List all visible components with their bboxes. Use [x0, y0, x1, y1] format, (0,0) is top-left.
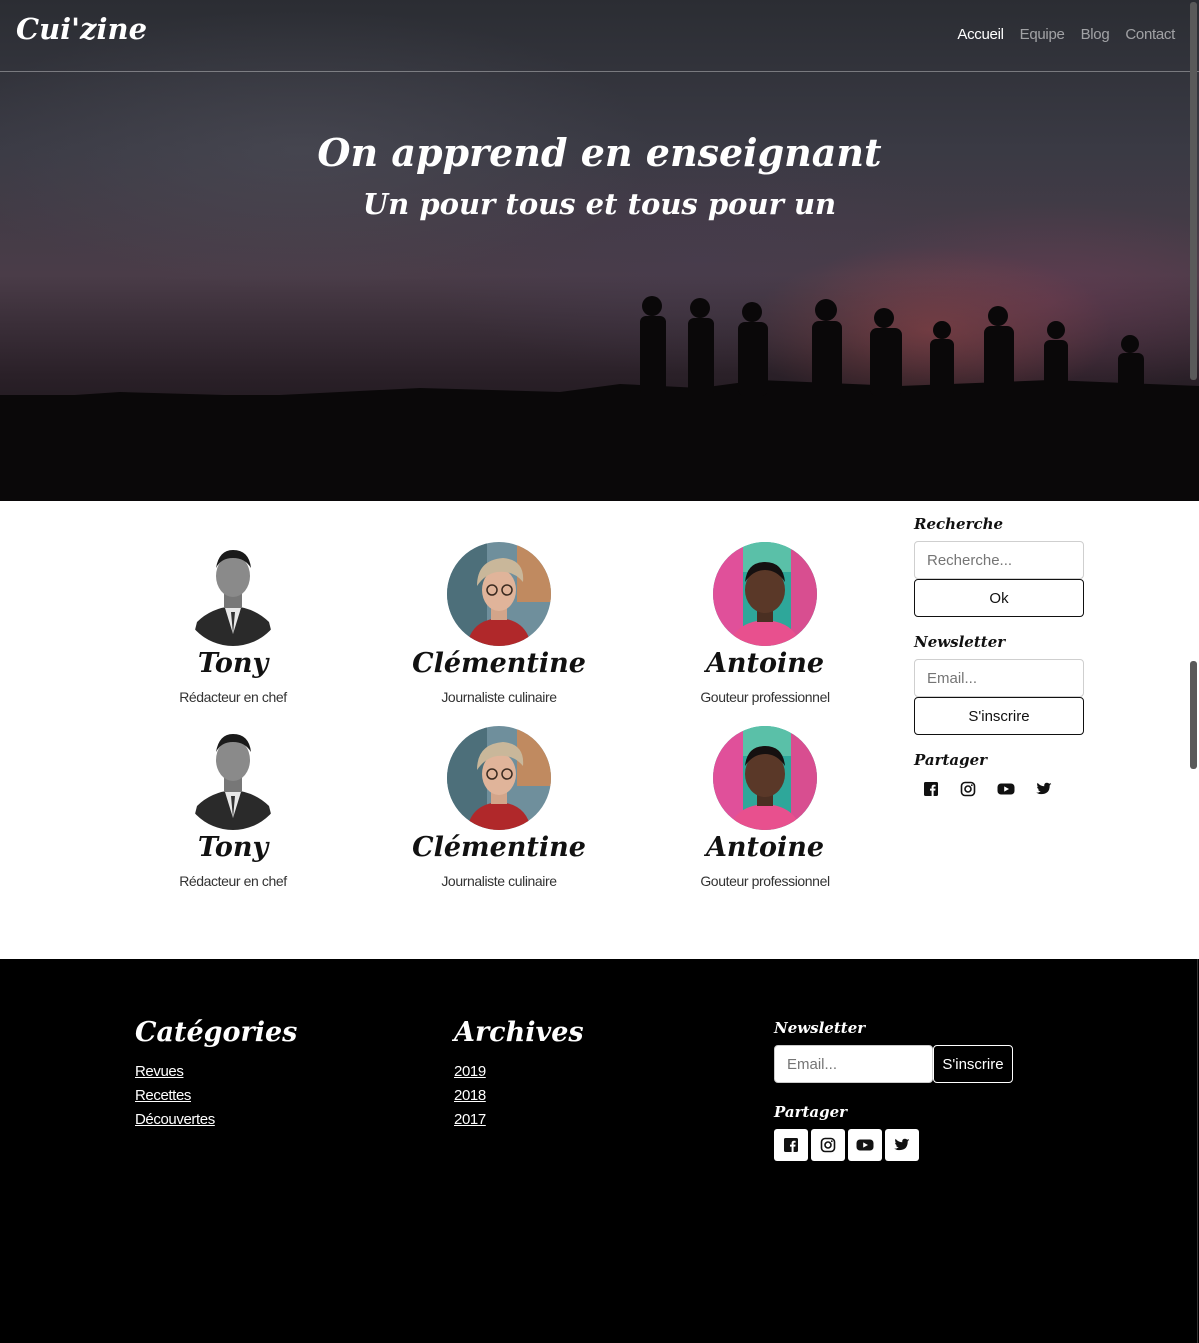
category-link[interactable]: Découvertes: [135, 1108, 297, 1132]
facebook-icon[interactable]: [774, 1129, 808, 1161]
youtube-icon[interactable]: [997, 781, 1015, 797]
brand-logo[interactable]: Cui'zine: [16, 12, 147, 46]
nav-link-contact[interactable]: Contact: [1125, 26, 1175, 43]
search-button[interactable]: Ok: [914, 579, 1084, 617]
member-role: Journaliste culinaire: [441, 689, 557, 705]
avatar-antoine: [713, 542, 817, 646]
facebook-icon[interactable]: [923, 781, 939, 797]
team-card: Tony Rédacteur en chef: [100, 542, 366, 705]
footer-share-heading: Partager: [774, 1103, 848, 1121]
hero-title: On apprend en enseignant: [317, 130, 882, 175]
member-role: Journaliste culinaire: [441, 873, 557, 889]
member-name: Antoine: [705, 648, 825, 679]
footer: Catégories Revues Recettes Découvertes A…: [0, 959, 1199, 1343]
share-icons: [914, 781, 1084, 797]
footer-share-icons: [774, 1129, 1034, 1161]
avatar-clementine: [447, 542, 551, 646]
member-role: Rédacteur en chef: [179, 873, 287, 889]
newsletter-email-input[interactable]: [914, 659, 1084, 697]
member-role: Gouteur professionnel: [700, 873, 830, 889]
member-name: Antoine: [705, 832, 825, 863]
nav-links: Accueil Equipe Blog Contact: [957, 26, 1175, 43]
categories-title: Catégories: [135, 1017, 298, 1048]
category-link[interactable]: Recettes: [135, 1084, 297, 1108]
avatar-antoine: [713, 726, 817, 830]
team-card: Tony Rédacteur en chef: [100, 726, 366, 889]
nav-link-accueil[interactable]: Accueil: [957, 26, 1004, 43]
search-input[interactable]: [914, 541, 1084, 579]
footer-categories: Catégories Revues Recettes Découvertes: [135, 1017, 297, 1132]
instagram-icon[interactable]: [811, 1129, 845, 1161]
footer-newsletter-heading: Newsletter: [774, 1019, 866, 1037]
newsletter-heading: Newsletter: [914, 633, 1006, 651]
footer-newsletter-form: S'inscrire: [774, 1045, 1034, 1083]
instagram-icon[interactable]: [960, 781, 976, 797]
team-card: Antoine Gouteur professionnel: [632, 542, 898, 705]
member-name: Tony: [197, 832, 269, 863]
navbar: Cui'zine Accueil Equipe Blog Contact: [0, 0, 1199, 72]
hero-background-image: [0, 296, 1199, 501]
archive-link[interactable]: 2017: [454, 1108, 584, 1132]
team-card: Antoine Gouteur professionnel: [632, 726, 898, 889]
newsletter-subscribe-button[interactable]: S'inscrire: [914, 697, 1084, 735]
archive-link[interactable]: 2019: [454, 1060, 584, 1084]
hero-subtitle: Un pour tous et tous pour un: [362, 187, 837, 221]
footer-newsletter: Newsletter S'inscrire Partager: [774, 1019, 1034, 1161]
search-heading: Recherche: [914, 515, 1004, 533]
member-role: Gouteur professionnel: [700, 689, 830, 705]
nav-link-blog[interactable]: Blog: [1081, 26, 1110, 43]
footer-archives: Archives 2019 2018 2017: [454, 1017, 584, 1132]
footer-email-input[interactable]: [774, 1045, 933, 1083]
member-name: Clémentine: [412, 832, 586, 863]
scrollbar-thumb[interactable]: [1190, 2, 1197, 380]
scrollbar-track[interactable]: [1197, 959, 1198, 1343]
hero-section: Cui'zine Accueil Equipe Blog Contact On …: [0, 0, 1199, 501]
archives-list: 2019 2018 2017: [454, 1060, 584, 1132]
scrollbar-thumb[interactable]: [1190, 661, 1197, 769]
footer-subscribe-button[interactable]: S'inscrire: [933, 1045, 1013, 1083]
member-name: Clémentine: [412, 648, 586, 679]
avatar-tony: [181, 542, 285, 646]
categories-list: Revues Recettes Découvertes: [135, 1060, 297, 1132]
nav-link-equipe[interactable]: Equipe: [1020, 26, 1065, 43]
member-name: Tony: [197, 648, 269, 679]
avatar-clementine: [447, 726, 551, 830]
twitter-icon[interactable]: [885, 1129, 919, 1161]
avatar-tony: [181, 726, 285, 830]
archives-title: Archives: [454, 1017, 584, 1048]
youtube-icon[interactable]: [848, 1129, 882, 1161]
sidebar: Recherche Ok Newsletter S'inscrire Parta…: [914, 515, 1084, 797]
category-link[interactable]: Revues: [135, 1060, 297, 1084]
member-role: Rédacteur en chef: [179, 689, 287, 705]
team-card: Clémentine Journaliste culinaire: [366, 726, 632, 889]
team-card: Clémentine Journaliste culinaire: [366, 542, 632, 705]
share-heading: Partager: [914, 751, 988, 769]
archive-link[interactable]: 2018: [454, 1084, 584, 1108]
twitter-icon[interactable]: [1036, 781, 1052, 797]
